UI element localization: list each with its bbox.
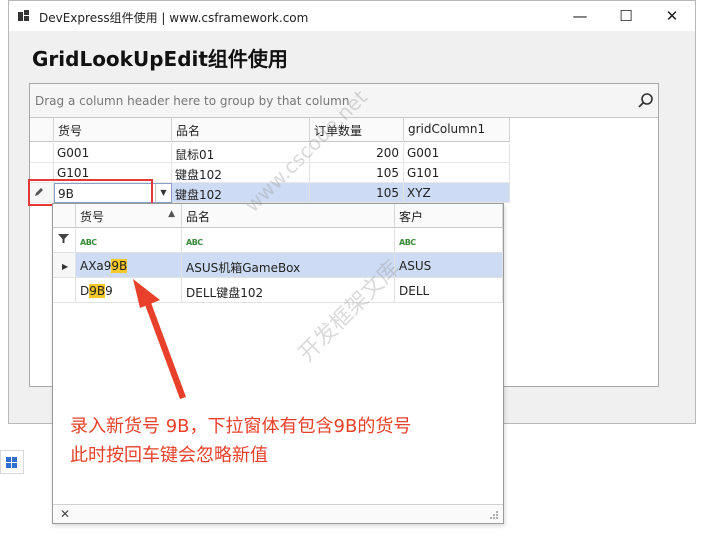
windows-tiles-icon [6,457,17,468]
annotation-line-2: 此时按回车键会忽略新值 [70,445,268,466]
desktop-app-icon[interactable] [0,450,24,474]
annotation-text: 录入新货号 9B，下拉窗体有包含9B的货号 此时按回车键会忽略新值 [70,412,411,470]
annotation-line-1: 录入新货号 9B，下拉窗体有包含9B的货号 [70,416,412,437]
